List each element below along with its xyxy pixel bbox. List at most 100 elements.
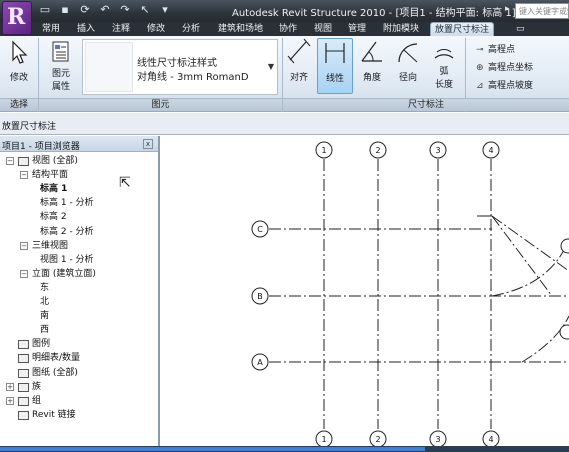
grid-bubble-label[interactable]: C xyxy=(257,225,263,234)
aligned-dimension-icon xyxy=(287,38,311,64)
dimension-panel-label[interactable]: 尺寸标注 xyxy=(283,98,569,111)
close-icon[interactable]: x xyxy=(143,139,153,149)
collapse-icon[interactable]: − xyxy=(20,171,28,180)
chevron-right-icon[interactable]: ▸ xyxy=(505,4,510,14)
chevron-down-icon[interactable]: ▼ xyxy=(268,62,274,71)
tree-item[interactable]: 组 xyxy=(32,395,41,408)
tree-item[interactable]: 图纸 (全部) xyxy=(32,367,78,380)
grid-bubble-label[interactable]: 2 xyxy=(375,435,380,444)
tree-item[interactable]: 标高 1 xyxy=(40,183,67,196)
expand-icon[interactable]: + xyxy=(6,382,14,391)
type-family-label: 线性尺寸标注样式 xyxy=(137,58,217,69)
open-icon[interactable]: ▭ xyxy=(38,3,52,17)
status-bar xyxy=(0,446,569,452)
grid-line-angled[interactable] xyxy=(491,215,569,272)
angular-dimension-label: 角度 xyxy=(362,73,381,83)
tree-item[interactable]: 明细表/数量 xyxy=(32,352,80,365)
linear-dimension-label: 线性 xyxy=(325,74,344,84)
element-panel-label[interactable]: 图元 xyxy=(39,98,282,111)
minimize-ribbon-icon[interactable]: ▭ xyxy=(512,22,529,36)
expand-icon[interactable]: + xyxy=(6,396,14,405)
save-icon[interactable]: ▪ xyxy=(58,3,72,17)
element-properties-button[interactable]: 图元 属性 xyxy=(44,40,78,92)
tree-item[interactable]: 南 xyxy=(40,310,49,323)
tab-6[interactable]: 建筑和场地 xyxy=(214,22,267,36)
angular-dimension-button[interactable]: 角度 xyxy=(356,38,388,94)
tree-item[interactable]: 标高 2 - 分析 xyxy=(40,226,94,239)
tab-10[interactable]: 附加模块 xyxy=(379,22,423,36)
grid-bubble-label[interactable]: 2 xyxy=(375,146,380,155)
collapse-icon[interactable]: − xyxy=(20,269,28,278)
print-icon[interactable]: ▾ xyxy=(158,3,172,17)
structural-grid[interactable]: 1 1 2 2 3 3 4 4 C B A xyxy=(162,136,569,448)
mouse-cursor-icon: ⇱ xyxy=(119,175,131,191)
application-menu-button[interactable]: R xyxy=(2,1,32,35)
tree-item[interactable]: 图例 xyxy=(32,338,50,351)
grid-bubble-label[interactable]: 1 xyxy=(321,435,326,444)
arc-length-dimension-button[interactable]: 弧 长度 xyxy=(428,38,460,96)
grid-bubble[interactable] xyxy=(560,238,569,254)
tree-item[interactable]: 标高 1 - 分析 xyxy=(40,197,94,210)
modify-cursor-icon xyxy=(12,40,28,64)
tree-item[interactable]: Revit 链接 xyxy=(32,409,76,422)
grid-bubble-label[interactable]: B xyxy=(257,292,263,301)
grid-bubble-label[interactable]: 1 xyxy=(321,146,326,155)
tab-7[interactable]: 协作 xyxy=(275,22,301,36)
grid-bubble-label[interactable]: 4 xyxy=(488,146,493,155)
sync-icon[interactable]: ⟳ xyxy=(78,3,92,17)
tab-2[interactable]: 插入 xyxy=(73,22,99,36)
search-input[interactable]: 键入关键字或短语 xyxy=(515,3,569,19)
tree-item[interactable]: 视图 1 - 分析 xyxy=(40,254,94,267)
tab-9[interactable]: 管理 xyxy=(344,22,370,36)
tab-5[interactable]: 分析 xyxy=(178,22,204,36)
spot-slope-button[interactable]: ⊿ 高程点坡度 xyxy=(476,78,533,91)
grid-arc[interactable] xyxy=(521,315,569,363)
pointer-icon[interactable]: ↖ xyxy=(138,3,152,17)
collapse-icon[interactable]: − xyxy=(20,241,28,250)
collapse-icon[interactable]: − xyxy=(6,157,14,165)
tab-11[interactable]: 放置尺寸标注 xyxy=(430,22,495,36)
grid-bubble-label[interactable]: 3 xyxy=(435,435,440,444)
tree-item[interactable]: 东 xyxy=(40,282,49,295)
aligned-dimension-button[interactable]: 对齐 xyxy=(284,38,314,94)
radial-dimension-icon xyxy=(398,43,418,63)
progress-bar xyxy=(0,447,425,451)
tree-item[interactable]: 视图 (全部) xyxy=(32,155,78,168)
tab-1[interactable]: 常用 xyxy=(38,22,64,36)
drawing-canvas[interactable]: 1 1 2 2 3 3 4 4 C B A xyxy=(162,136,569,448)
linear-dimension-button[interactable]: 线性 xyxy=(317,38,353,94)
tab-4[interactable]: 修改 xyxy=(143,22,169,36)
sheets-icon xyxy=(18,368,29,378)
spot-coordinate-icon: ⊕ xyxy=(476,63,484,73)
tab-8[interactable]: 视图 xyxy=(310,22,336,36)
tree-item[interactable]: 结构平面 xyxy=(32,169,68,182)
tree-item[interactable]: 西 xyxy=(40,324,49,337)
grid-bubble-label[interactable]: A xyxy=(257,358,263,367)
spot-coordinate-button[interactable]: ⊕ 高程点坐标 xyxy=(476,60,533,73)
spot-elevation-button[interactable]: ⊸ 高程点 xyxy=(476,42,515,55)
angular-dimension-icon xyxy=(361,41,382,62)
grid-bubble-label[interactable]: 3 xyxy=(435,146,440,155)
element-properties-label-line1: 图元 xyxy=(51,69,70,79)
tree-item[interactable]: 三维视图 xyxy=(32,240,68,253)
family-icon xyxy=(18,382,29,392)
tree-item[interactable]: 标高 2 xyxy=(40,211,67,224)
spot-slope-label: 高程点坡度 xyxy=(488,81,534,91)
type-preview xyxy=(85,42,133,92)
grid-bubble[interactable] xyxy=(559,324,569,340)
grid-bubble-label[interactable]: 4 xyxy=(488,435,493,444)
tab-3[interactable]: 注释 xyxy=(108,22,134,36)
tree-item[interactable]: 立面 (建筑立面) xyxy=(32,268,96,281)
window-title: Autodesk Revit Structure 2010 - [项目1 - 结… xyxy=(232,8,516,19)
tree-item[interactable]: 北 xyxy=(40,296,49,309)
grid-line-angled[interactable] xyxy=(491,215,553,297)
radial-dimension-button[interactable]: 径向 xyxy=(392,38,424,94)
tree-item[interactable]: 族 xyxy=(32,381,41,394)
redo-icon[interactable]: ↷ xyxy=(118,3,132,17)
type-selector[interactable]: 线性尺寸标注样式 对角线 - 3mm RomanD ▼ xyxy=(82,39,278,95)
modify-button[interactable]: 修改 xyxy=(4,40,34,83)
arc-length-label-line2: 长度 xyxy=(434,80,453,90)
undo-icon[interactable]: ↶ xyxy=(98,3,112,17)
select-panel-label[interactable]: 选择 xyxy=(0,98,38,111)
grid-arc[interactable] xyxy=(491,245,567,297)
